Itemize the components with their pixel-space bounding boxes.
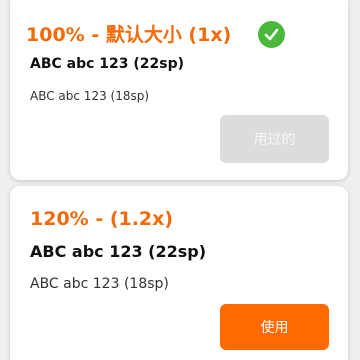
use-button[interactable]: 使用 [220, 304, 329, 350]
font-size-screen: 100% - 默认大小 (1x) ABC abc 123 (22sp) ABC … [0, 0, 360, 360]
checkmark-icon [264, 28, 279, 41]
sample-text-small: ABC abc 123 (18sp) [30, 276, 169, 292]
font-size-option-card-100[interactable]: 100% - 默认大小 (1x) ABC abc 123 (22sp) ABC … [10, 0, 348, 180]
option-title: 100% - 默认大小 (1x) [26, 24, 232, 46]
option-title: 120% - (1.2x) [30, 208, 174, 230]
used-button: 用过的 [220, 115, 329, 163]
font-size-option-card-120[interactable]: 120% - (1.2x) ABC abc 123 (22sp) ABC abc… [10, 186, 348, 360]
sample-text-small: ABC abc 123 (18sp) [30, 89, 150, 103]
sample-text-large: ABC abc 123 (22sp) [30, 242, 207, 261]
sample-text-large: ABC abc 123 (22sp) [30, 56, 185, 72]
check-circle-icon [258, 21, 285, 48]
